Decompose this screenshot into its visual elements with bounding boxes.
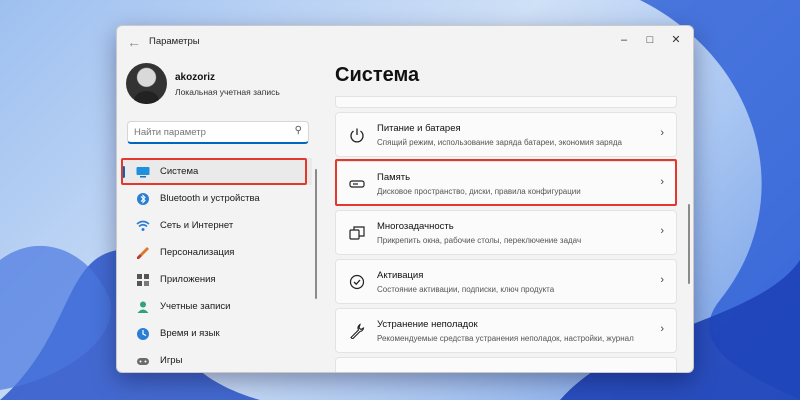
sidebar-item-apps[interactable]: Приложения: [122, 266, 312, 293]
card-title: Многозадачность: [377, 221, 454, 232]
search-input[interactable]: [134, 125, 284, 139]
card-power-battery[interactable]: Питание и батарея Спящий режим, использо…: [335, 112, 677, 157]
sidebar-item-time-language[interactable]: Время и язык: [122, 320, 312, 347]
check-circle-icon: [349, 274, 365, 290]
card-title: Устранение неполадок: [377, 319, 478, 330]
sidebar-nav: Система Bluetooth и устройства Сеть и Ин…: [122, 158, 312, 372]
card-partial-bottom[interactable]: [335, 357, 677, 372]
card-title: Активация: [377, 270, 424, 281]
sidebar-item-accounts[interactable]: Учетные записи: [122, 293, 312, 320]
chevron-right-icon: ›: [660, 274, 664, 286]
close-button[interactable]: ✕: [665, 30, 687, 50]
sidebar-item-label: Bluetooth и устройства: [160, 193, 260, 204]
brush-icon: [137, 247, 149, 259]
page-title: Система: [335, 64, 420, 86]
search-icon[interactable]: ⚲: [295, 125, 302, 136]
person-icon: [137, 301, 149, 313]
search-box[interactable]: ⚲: [127, 121, 309, 144]
chevron-right-icon: ›: [660, 225, 664, 237]
avatar[interactable]: [126, 63, 167, 104]
card-troubleshoot[interactable]: Устранение неполадок Рекомендуемые средс…: [335, 308, 677, 353]
settings-window: ← Параметры – □ ✕ akozoriz Локальная уче…: [116, 25, 694, 373]
sidebar-item-network[interactable]: Сеть и Интернет: [122, 212, 312, 239]
sidebar-item-label: Персонализация: [160, 247, 235, 258]
chevron-right-icon: ›: [660, 127, 664, 139]
window-title: Параметры: [149, 36, 200, 47]
wifi-icon: [136, 220, 150, 231]
sidebar-scrollbar[interactable]: [315, 169, 317, 299]
sidebar-item-bluetooth[interactable]: Bluetooth и устройства: [122, 185, 312, 212]
user-name: akozoriz: [175, 72, 216, 83]
back-arrow-icon[interactable]: ←: [125, 33, 143, 51]
multitask-icon: [349, 226, 365, 240]
card-subtitle: Прикрепить окна, рабочие столы, переключ…: [377, 236, 582, 245]
apps-icon: [137, 274, 149, 286]
sidebar-item-label: Сеть и Интернет: [160, 220, 234, 231]
maximize-button[interactable]: □: [639, 30, 661, 50]
minimize-button[interactable]: –: [613, 30, 635, 50]
title-bar: ← Параметры – □ ✕: [117, 26, 693, 58]
bluetooth-icon: [137, 193, 149, 205]
card-title: Питание и батарея: [377, 123, 461, 134]
sidebar-item-gaming[interactable]: Игры: [122, 347, 312, 372]
account-type: Локальная учетная запись: [175, 87, 280, 97]
sidebar-item-label: Приложения: [160, 274, 216, 285]
main-scrollbar[interactable]: [688, 204, 690, 284]
sidebar-item-personalization[interactable]: Персонализация: [122, 239, 312, 266]
card-multitasking[interactable]: Многозадачность Прикрепить окна, рабочие…: [335, 210, 677, 255]
gamepad-icon: [137, 358, 149, 365]
card-subtitle: Состояние активации, подписки, ключ прод…: [377, 285, 555, 294]
highlight-frame-storage: [335, 159, 677, 206]
card-partial-top[interactable]: [335, 96, 677, 108]
highlight-frame-system: [121, 158, 307, 185]
power-icon: [350, 128, 364, 143]
chevron-right-icon: ›: [660, 323, 664, 335]
sidebar-item-label: Игры: [160, 355, 183, 366]
card-subtitle: Спящий режим, использование заряда батар…: [377, 138, 622, 147]
sidebar-item-label: Учетные записи: [160, 301, 231, 312]
wrench-icon: [350, 323, 365, 339]
sidebar-item-label: Время и язык: [160, 328, 220, 339]
card-subtitle: Рекомендуемые средства устранения непола…: [377, 334, 634, 343]
card-activation[interactable]: Активация Состояние активации, подписки,…: [335, 259, 677, 304]
globe-clock-icon: [137, 328, 149, 340]
